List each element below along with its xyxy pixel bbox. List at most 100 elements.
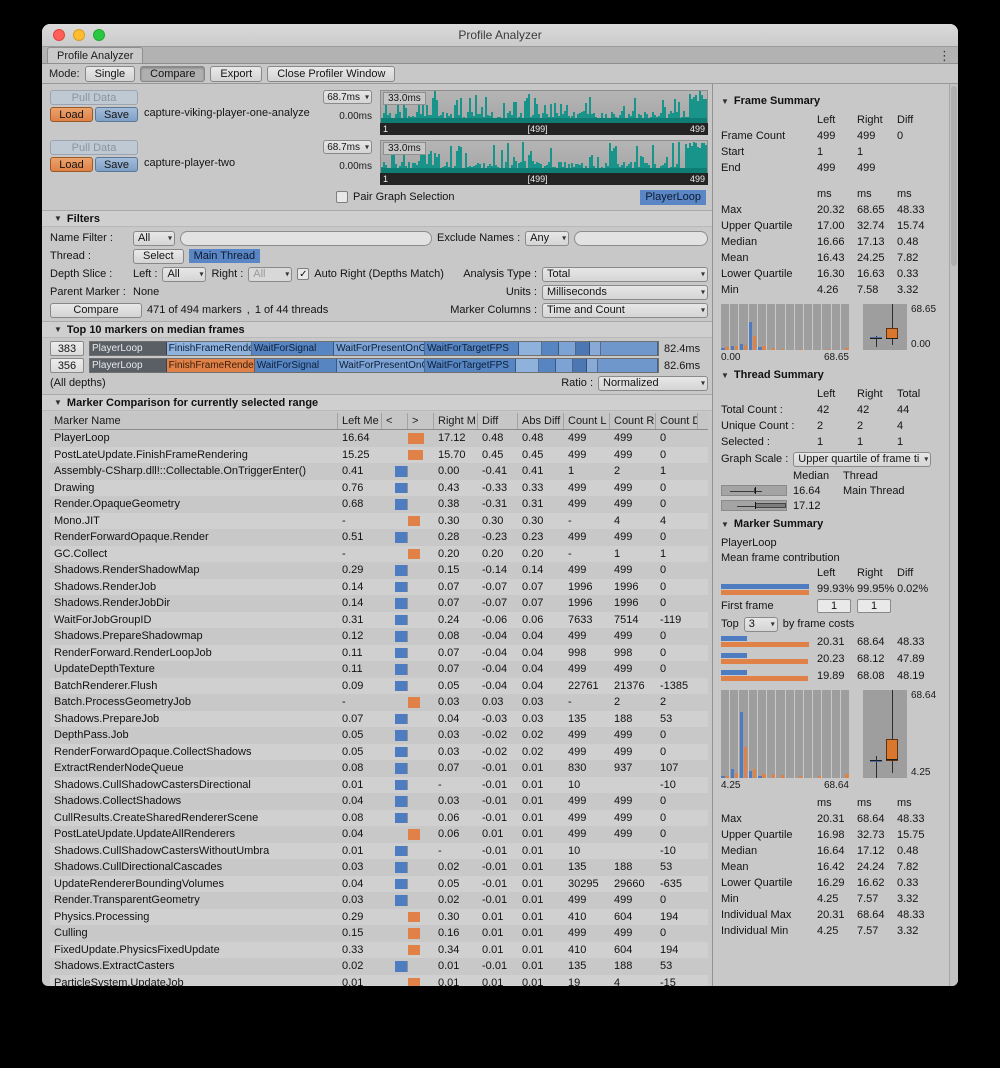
marker-row[interactable]: ExtractRenderNodeQueue0.080.07-0.010.018… [50,760,708,777]
marker-segment[interactable] [516,359,539,372]
marker-row[interactable]: RenderForward.RenderLoopJob0.110.07-0.04… [50,645,708,662]
pull-data-button[interactable]: Pull Data [50,140,138,155]
marker-segment[interactable]: WaitForTargetFPS [425,342,519,355]
marker-segment[interactable]: WaitForPresentOnGfxThread [337,359,425,372]
marker-row[interactable]: PostLateUpdate.FinishFrameRendering15.25… [50,447,708,464]
scrollbar-thumb[interactable] [951,86,957,266]
depth-left-dropdown[interactable]: All [162,267,206,282]
marker-row[interactable]: Shadows.ExtractCasters0.020.01-0.010.011… [50,958,708,975]
first-frame-right-button[interactable]: 1 [857,599,891,613]
marker-segment[interactable] [559,342,576,355]
column-header[interactable]: Diff [478,413,518,429]
marker-row[interactable]: Mono.JIT-0.300.300.30-44 [50,513,708,530]
close-profiler-window-button[interactable]: Close Profiler Window [267,66,395,82]
frame-time-graph[interactable]: 33.0ms [380,140,708,173]
marker-row[interactable]: Shadows.RenderJobDir0.140.07-0.070.07199… [50,595,708,612]
marker-segment[interactable] [590,342,601,355]
top10-frame-number[interactable]: 383 [50,341,84,356]
marker-row[interactable]: Shadows.PrepareShadowmap0.120.08-0.040.0… [50,628,708,645]
column-header[interactable]: Count R [610,413,656,429]
compare-button[interactable]: Compare [50,303,142,318]
units-dropdown[interactable]: Milliseconds [542,285,708,300]
marker-segment[interactable]: WaitForPresentOnGfxThread [334,342,425,355]
marker-columns-dropdown[interactable]: Time and Count [542,303,708,318]
top10-section-header[interactable]: ▼ Top 10 markers on median frames [42,321,712,338]
marker-row[interactable]: RenderForwardOpaque.CollectShadows0.050.… [50,744,708,761]
marker-row[interactable]: Shadows.CullDirectionalCascades0.030.02-… [50,859,708,876]
frame-time-graph[interactable]: 33.0ms [380,90,708,123]
marker-row[interactable]: Culling0.150.160.010.014994990 [50,925,708,942]
mode-compare-button[interactable]: Compare [140,66,205,82]
pair-graph-selection-checkbox[interactable] [336,191,348,203]
marker-row[interactable]: FixedUpdate.PhysicsFixedUpdate0.330.340.… [50,942,708,959]
marker-row[interactable]: Shadows.RenderShadowMap0.290.15-0.140.14… [50,562,708,579]
pull-data-button[interactable]: Pull Data [50,90,138,105]
marker-segment[interactable] [573,359,587,372]
marker-row[interactable]: ParticleSystem.UpdateJob0.010.010.010.01… [50,975,708,987]
name-filter-dropdown[interactable]: All [133,231,175,246]
marker-summary-header[interactable]: ▼ Marker Summary [721,516,945,532]
load-button[interactable]: Load [50,107,93,122]
marker-row[interactable]: CullResults.CreateSharedRendererScene0.0… [50,810,708,827]
column-header[interactable]: Abs Diff [518,413,564,429]
ratio-dropdown[interactable]: Normalized [598,376,708,391]
thread-summary-header[interactable]: ▼ Thread Summary [721,367,945,383]
frame-summary-header[interactable]: ▼ Frame Summary [721,93,945,109]
column-header[interactable]: Marker Name [50,413,338,429]
column-header[interactable]: < [382,413,408,429]
column-header[interactable]: Count L [564,413,610,429]
selected-marker-badge[interactable]: PlayerLoop [640,190,706,205]
marker-comparison-header[interactable]: ▼ Marker Comparison for currently select… [42,394,712,411]
export-button[interactable]: Export [210,66,262,82]
marker-row[interactable]: PlayerLoop16.6417.120.480.484994990 [50,430,708,447]
column-header[interactable]: Left Me [338,413,382,429]
top-n-dropdown[interactable]: 3 [744,617,778,632]
marker-row[interactable]: Shadows.CullShadowCastersWithoutUmbra0.0… [50,843,708,860]
save-button[interactable]: Save [95,107,138,122]
marker-row[interactable]: Render.TransparentGeometry0.030.02-0.010… [50,892,708,909]
marker-segment[interactable] [576,342,590,355]
marker-row[interactable]: Physics.Processing0.290.300.010.01410604… [50,909,708,926]
thread-select-button[interactable]: Select [133,249,184,264]
thread-graph-scale-dropdown[interactable]: Upper quartile of frame ti [793,452,931,467]
marker-segment[interactable] [542,342,559,355]
marker-row[interactable]: RenderForwardOpaque.Render0.510.28-0.230… [50,529,708,546]
marker-row[interactable]: DepthPass.Job0.050.03-0.020.024994990 [50,727,708,744]
column-header[interactable]: Count D [656,413,698,429]
mode-single-button[interactable]: Single [85,66,136,82]
marker-segment[interactable] [598,359,658,372]
marker-row[interactable]: WaitForJobGroupID0.310.24-0.060.06763375… [50,612,708,629]
minimize-window-button[interactable] [73,29,85,41]
titlebar[interactable]: Profile Analyzer [42,24,958,47]
save-button[interactable]: Save [95,157,138,172]
marker-segment[interactable] [539,359,556,372]
marker-row[interactable]: Batch.ProcessGeometryJob-0.030.030.03-22 [50,694,708,711]
load-button[interactable]: Load [50,157,93,172]
close-window-button[interactable] [53,29,65,41]
zoom-window-button[interactable] [93,29,105,41]
top10-marker-bar[interactable]: PlayerLoopFinishFrameRenderingWaitForSig… [89,358,659,373]
marker-row[interactable]: Assembly-CSharp.dll!::Collectable.OnTrig… [50,463,708,480]
marker-segment[interactable]: PlayerLoop [90,342,167,355]
top10-frame-number[interactable]: 356 [50,358,84,373]
marker-row[interactable]: BatchRenderer.Flush0.090.05-0.040.042276… [50,678,708,695]
marker-row[interactable]: Shadows.CollectShadows0.040.03-0.010.014… [50,793,708,810]
marker-row[interactable]: PostLateUpdate.UpdateAllRenderers0.040.0… [50,826,708,843]
top10-marker-bar[interactable]: PlayerLoopFinishFrameRenderingWaitForSig… [89,341,659,356]
marker-segment[interactable] [519,342,542,355]
auto-right-checkbox[interactable]: ✓ [297,268,309,280]
exclude-names-input[interactable] [574,231,708,246]
marker-row[interactable]: GC.Collect-0.200.200.20-11 [50,546,708,563]
marker-segment[interactable]: WaitForSignal [252,342,334,355]
thread-row[interactable]: 17.12 [721,498,945,513]
marker-row[interactable]: Drawing0.760.43-0.330.334994990 [50,480,708,497]
summary-scrollbar[interactable] [949,84,958,986]
marker-row[interactable]: UpdateDepthTexture0.110.07-0.040.0449949… [50,661,708,678]
marker-row[interactable]: Render.OpaqueGeometry0.680.38-0.310.3149… [50,496,708,513]
marker-segment[interactable] [601,342,658,355]
column-header[interactable]: > [408,413,434,429]
frame-histogram[interactable] [721,304,849,350]
kebab-menu-icon[interactable]: ⋮ [938,47,951,64]
marker-segment[interactable]: WaitForTargetFPS [425,359,516,372]
marker-row[interactable]: Shadows.CullShadowCastersDirectional0.01… [50,777,708,794]
